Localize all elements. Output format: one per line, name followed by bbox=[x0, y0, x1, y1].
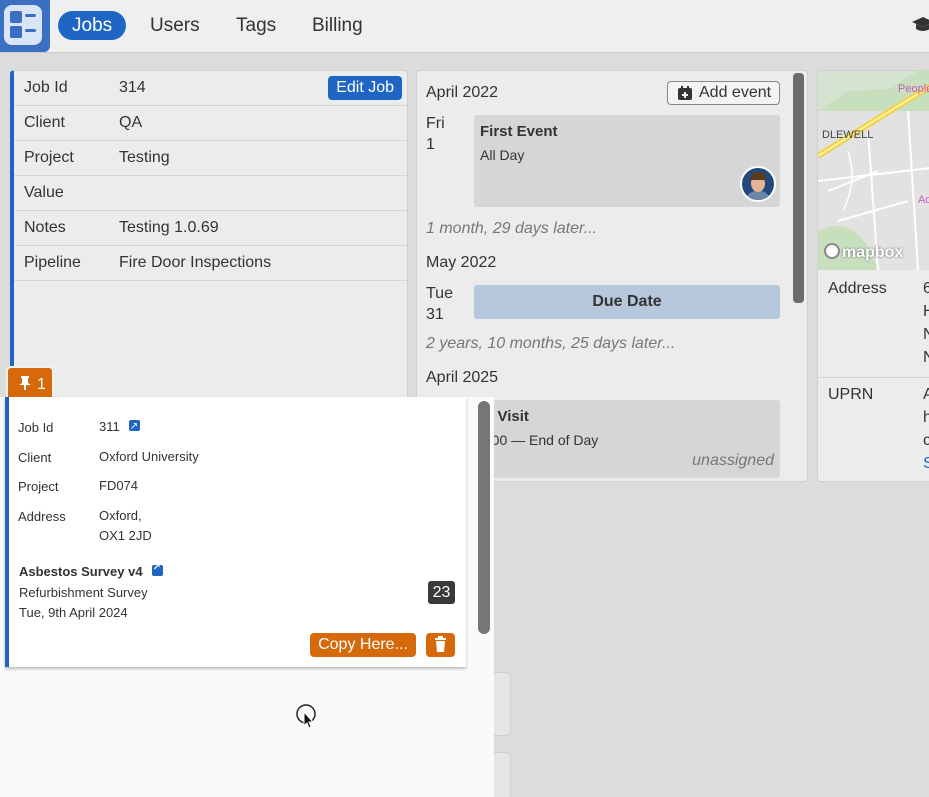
external-link-icon[interactable] bbox=[128, 417, 140, 437]
trash-icon bbox=[435, 636, 446, 652]
address-label: Address bbox=[828, 280, 887, 297]
calendar-scrollbar[interactable] bbox=[793, 73, 804, 303]
field-value: Testing bbox=[119, 149, 170, 166]
add-event-label: Add event bbox=[699, 84, 772, 101]
survey-title-text: Asbestos Survey v4 bbox=[19, 564, 143, 579]
uprn-line: h bbox=[923, 406, 929, 429]
nav-tags[interactable]: Tags bbox=[222, 11, 290, 40]
survey-date: Tue, 9th April 2024 bbox=[19, 605, 128, 620]
pinned-jobs-tab[interactable]: 1 bbox=[6, 366, 54, 398]
divider bbox=[818, 377, 929, 378]
address-line: OX1 2JD bbox=[99, 528, 152, 543]
field-value: QA bbox=[119, 114, 143, 131]
field-label: Client bbox=[18, 450, 52, 465]
notes-row: Notes Testing 1.0.69 bbox=[14, 211, 408, 246]
event-assignee: unassigned bbox=[692, 452, 774, 469]
address-line: H bbox=[923, 300, 929, 323]
pipeline-row: Pipeline Fire Door Inspections bbox=[14, 246, 408, 281]
day-number: 31 bbox=[426, 306, 444, 323]
nav-billing[interactable]: Billing bbox=[298, 11, 377, 40]
mapbox-attribution[interactable]: mapbox bbox=[824, 243, 903, 262]
job-id-text: 311 bbox=[99, 419, 120, 434]
pinned-job-card[interactable]: Job Id 311 Client Oxford University Proj… bbox=[5, 397, 466, 667]
month-heading: May 2022 bbox=[426, 254, 497, 271]
mapbox-logo-icon bbox=[824, 243, 840, 259]
value-row: Value bbox=[14, 176, 408, 211]
time-gap-text: 2 years, 10 months, 25 days later... bbox=[426, 335, 676, 352]
time-gap-text: 1 month, 29 days later... bbox=[426, 220, 598, 237]
field-value: 314 bbox=[119, 79, 146, 96]
pinned-count: 1 bbox=[37, 376, 46, 393]
event-title: First Event bbox=[480, 123, 558, 140]
uprn-label: UPRN bbox=[828, 386, 874, 403]
job-id-row: Job Id 314 Edit Job bbox=[14, 71, 408, 106]
uprn-value: A h c S bbox=[923, 383, 929, 475]
app-logo[interactable] bbox=[0, 0, 50, 52]
copy-here-button[interactable]: Copy Here... bbox=[310, 633, 416, 657]
map-tiles bbox=[818, 71, 929, 270]
avatar[interactable] bbox=[740, 166, 776, 202]
field-label: Job Id bbox=[24, 79, 68, 96]
field-label: Address bbox=[18, 509, 66, 524]
map-place-label: DLEWELL bbox=[822, 129, 874, 141]
address-line: N bbox=[923, 323, 929, 346]
survey-title: Asbestos Survey v4 bbox=[19, 562, 163, 579]
project-value: FD074 bbox=[99, 478, 139, 493]
event-card[interactable]: First Event All Day bbox=[474, 115, 780, 207]
field-label: Pipeline bbox=[24, 254, 81, 271]
top-navigation: Jobs Users Tags Billing bbox=[0, 0, 929, 53]
field-value: Fire Door Inspections bbox=[119, 254, 272, 271]
project-row: Project Testing bbox=[14, 141, 408, 176]
graduation-cap-icon[interactable] bbox=[911, 16, 929, 34]
address-line: Oxford, bbox=[99, 508, 142, 523]
event-time: 3:00 — End of Day bbox=[480, 432, 599, 448]
uprn-link[interactable]: S bbox=[923, 452, 929, 475]
survey-type: Refurbishment Survey bbox=[19, 585, 148, 600]
event-card[interactable]: te Visit 3:00 — End of Day unassigned bbox=[474, 400, 780, 478]
calendar-plus-icon bbox=[678, 86, 692, 100]
uprn-line: c bbox=[923, 429, 929, 452]
map-place-label: People bbox=[898, 83, 929, 95]
nav-users[interactable]: Users bbox=[136, 11, 214, 40]
field-label: Value bbox=[24, 184, 64, 201]
address-line: N bbox=[923, 346, 929, 369]
uprn-line: A bbox=[923, 383, 929, 406]
job-id-value: 311 bbox=[99, 417, 140, 437]
field-label: Project bbox=[18, 479, 59, 494]
mouse-cursor-icon bbox=[296, 704, 316, 728]
field-label: Notes bbox=[24, 219, 66, 236]
client-value: Oxford University bbox=[99, 449, 199, 464]
delete-button[interactable] bbox=[426, 633, 455, 657]
map-place-label: Ad bbox=[918, 194, 929, 206]
clipboard-icon bbox=[4, 5, 42, 45]
day-label: Tue 31 bbox=[426, 283, 453, 325]
month-heading: April 2025 bbox=[426, 369, 499, 386]
day-label: Fri 1 bbox=[426, 113, 445, 155]
external-link-icon[interactable] bbox=[151, 562, 163, 576]
field-label: Job Id bbox=[18, 420, 54, 435]
address-value: Oxford, OX1 2JD bbox=[99, 506, 152, 546]
field-label: Project bbox=[24, 149, 74, 166]
event-time: All Day bbox=[480, 147, 525, 163]
add-event-button[interactable]: Add event bbox=[667, 81, 780, 105]
nav-jobs[interactable]: Jobs bbox=[58, 11, 127, 40]
day-number: 1 bbox=[426, 136, 435, 153]
address-line: 6 bbox=[923, 277, 929, 300]
popup-scrollbar[interactable] bbox=[478, 401, 490, 634]
due-date-event[interactable]: Due Date bbox=[474, 285, 780, 319]
map-panel: DLEWELL People Ad mapbox Address 6 H N N… bbox=[817, 70, 929, 482]
day-name: Fri bbox=[426, 115, 445, 132]
address-value: 6 H N N bbox=[923, 277, 929, 369]
client-row: Client QA bbox=[14, 106, 408, 141]
pinned-jobs-popup: Job Id 311 Client Oxford University Proj… bbox=[0, 397, 494, 797]
field-value: Testing 1.0.69 bbox=[119, 219, 219, 236]
day-name: Tue bbox=[426, 285, 453, 302]
edit-job-button[interactable]: Edit Job bbox=[328, 76, 402, 100]
field-label: Client bbox=[24, 114, 65, 131]
month-heading: April 2022 bbox=[426, 84, 499, 101]
pushpin-icon bbox=[19, 376, 31, 390]
mapbox-text: mapbox bbox=[842, 244, 904, 261]
map-view[interactable]: DLEWELL People Ad mapbox bbox=[818, 71, 929, 270]
count-badge: 23 bbox=[428, 581, 455, 604]
